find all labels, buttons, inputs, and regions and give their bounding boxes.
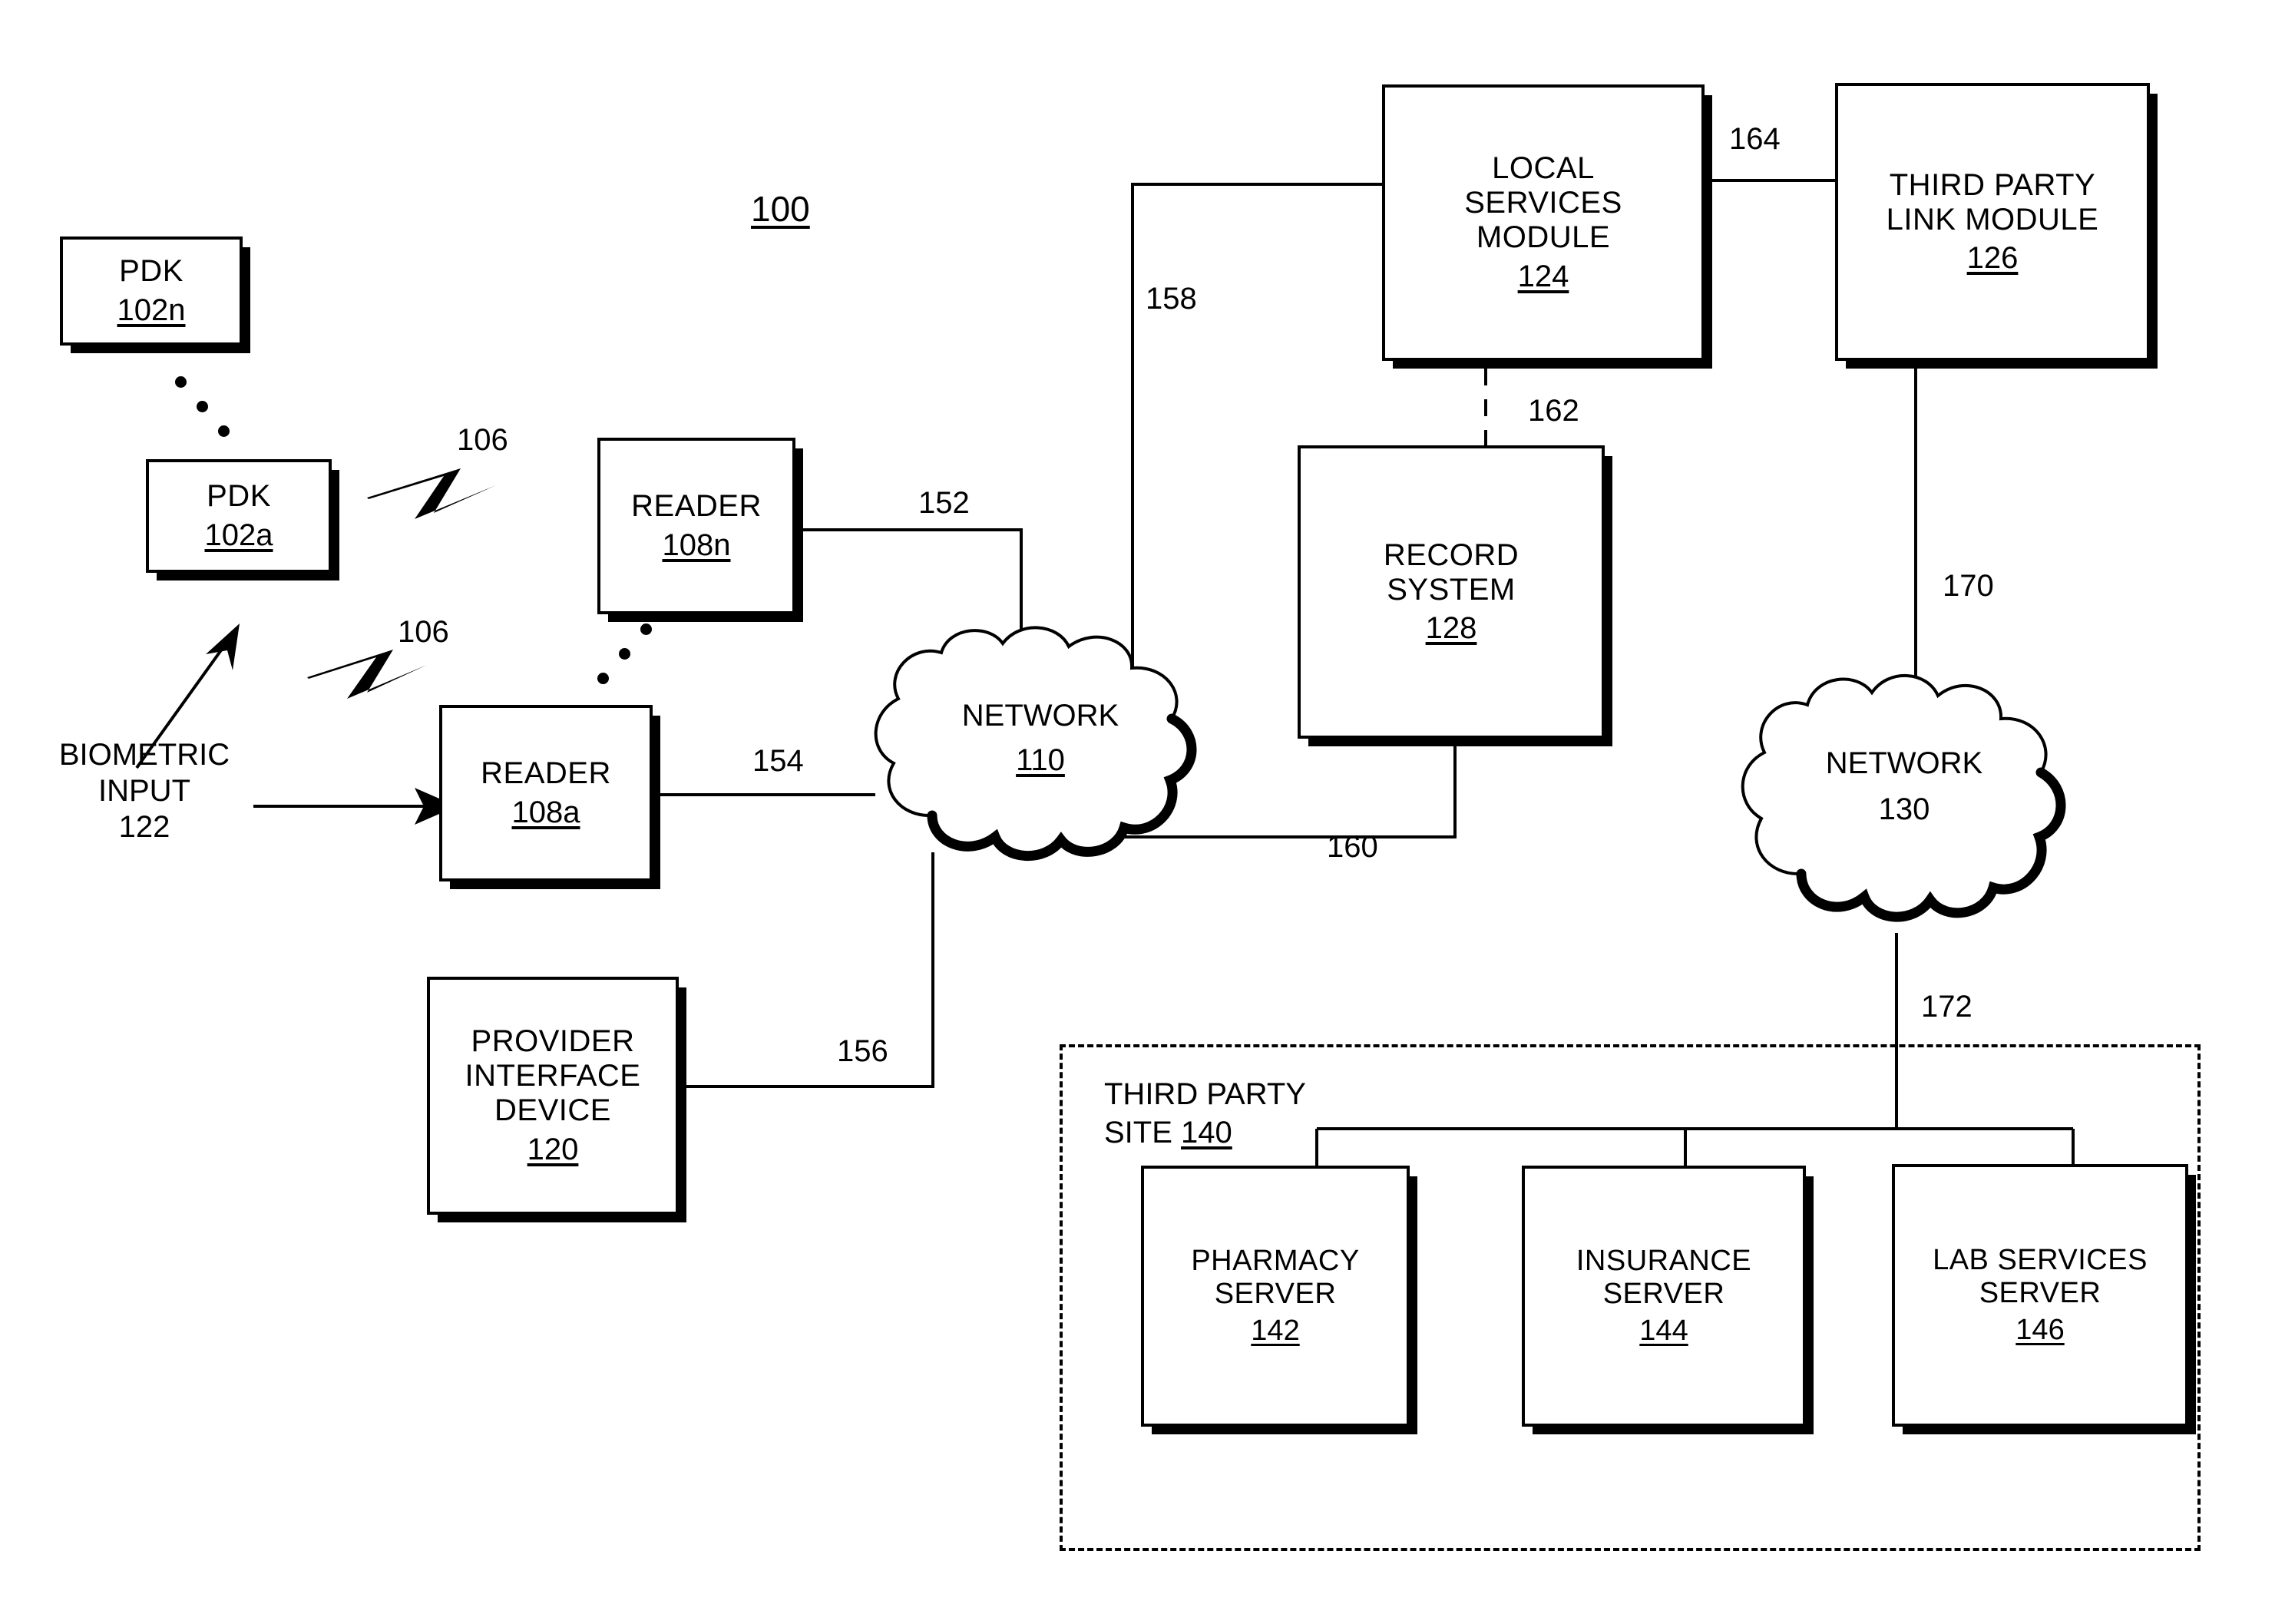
node-title-line-1: PROVIDER [471, 1024, 635, 1059]
node-title-line-1: RECORD [1383, 537, 1519, 572]
node-local-services-module[interactable]: LOCAL SERVICES MODULE 124 [1382, 84, 1705, 361]
cloud-title: NETWORK [961, 699, 1119, 733]
cloud-ref: 110 [1016, 743, 1065, 777]
figure-canvas: 100 PDK 102n PDK 102a 106 106 BIOMETRIC … [0, 0, 2285, 1624]
label-link-160: 160 [1327, 830, 1378, 864]
node-title: READER [481, 756, 611, 791]
node-reader-108a[interactable]: READER 108a [439, 705, 653, 881]
label-link-158: 158 [1146, 282, 1197, 316]
node-title-line-1: LOCAL [1492, 151, 1595, 186]
node-title-line-1: LAB SERVICES [1933, 1244, 2148, 1277]
node-title-line-2: INTERFACE [465, 1059, 641, 1093]
label-link-152: 152 [918, 486, 970, 520]
node-title-line-2: SYSTEM [1387, 572, 1516, 607]
node-insurance-server[interactable]: INSURANCE SERVER 144 [1522, 1166, 1806, 1427]
node-title-line-3: MODULE [1476, 220, 1611, 254]
label-wireless-106-top: 106 [457, 423, 508, 457]
node-ref: 146 [2015, 1314, 2065, 1347]
cloud-title: NETWORK [1825, 746, 1983, 780]
node-title-line-3: DEVICE [494, 1093, 611, 1127]
node-provider-interface-device[interactable]: PROVIDER INTERFACE DEVICE 120 [427, 977, 679, 1215]
label-link-156: 156 [837, 1034, 888, 1068]
node-title-line-2: LINK MODULE [1886, 202, 2099, 236]
ellipsis-reader [597, 623, 666, 693]
label-link-162: 162 [1528, 394, 1579, 428]
node-title: PDK [207, 479, 271, 514]
node-ref: 144 [1639, 1315, 1688, 1348]
node-pharmacy-server[interactable]: PHARMACY SERVER 142 [1141, 1166, 1410, 1427]
node-ref: 128 [1425, 611, 1477, 646]
node-title: PDK [119, 254, 184, 289]
node-title: READER [631, 489, 762, 524]
label-biometric-input: BIOMETRIC INPUT 122 [37, 737, 252, 846]
cloud-network-130[interactable]: NETWORK 130 [1720, 645, 2088, 937]
label-link-164: 164 [1729, 122, 1781, 156]
cloud-ref: 130 [1878, 792, 1930, 826]
node-title-line-2: SERVER [1602, 1277, 1725, 1310]
biometric-line-1: BIOMETRIC [58, 738, 230, 772]
node-record-system[interactable]: RECORD SYSTEM 128 [1298, 445, 1605, 739]
node-lab-services-server[interactable]: LAB SERVICES SERVER 146 [1892, 1164, 2188, 1427]
node-pdk-102a[interactable]: PDK 102a [146, 459, 332, 573]
node-title-line-2: SERVER [1214, 1277, 1337, 1310]
node-title-line-2: SERVER [1979, 1276, 2101, 1309]
group-third-party-site-label: THIRD PARTY SITE 140 [1104, 1075, 1306, 1152]
cloud-network-110[interactable]: NETWORK 110 [852, 607, 1228, 875]
node-ref: 142 [1251, 1315, 1300, 1348]
wire-156 [676, 852, 934, 1088]
label-link-170: 170 [1943, 569, 1994, 603]
label-wireless-106-bottom: 106 [398, 615, 449, 649]
node-third-party-link-module[interactable]: THIRD PARTY LINK MODULE 126 [1835, 83, 2150, 361]
node-title-line-1: INSURANCE [1576, 1245, 1752, 1278]
node-title-line-2: SERVICES [1464, 186, 1622, 220]
label-link-154: 154 [752, 744, 804, 778]
node-title-line-1: PHARMACY [1191, 1245, 1360, 1278]
wireless-bolt-2 [307, 650, 427, 699]
node-ref: 102a [204, 518, 273, 552]
node-ref: 124 [1517, 259, 1569, 293]
node-pdk-102n[interactable]: PDK 102n [60, 236, 243, 346]
cloud-shape [874, 626, 1197, 861]
node-ref: 108a [511, 795, 580, 829]
wireless-bolt-1 [367, 468, 496, 519]
site-label-line-1: THIRD PARTY [1104, 1077, 1306, 1111]
ellipsis-pdk [175, 376, 244, 445]
site-label-ref: 140 [1181, 1116, 1232, 1149]
biometric-line-2: INPUT [98, 774, 190, 809]
label-link-172: 172 [1921, 990, 1973, 1024]
node-ref: 120 [527, 1132, 579, 1166]
figure-number: 100 [751, 189, 810, 229]
biometric-ref: 122 [118, 810, 170, 845]
arrowhead-pdk [206, 623, 240, 670]
site-label-prefix: SITE [1104, 1116, 1182, 1149]
node-title-line-1: THIRD PARTY [1889, 167, 2096, 202]
node-ref: 108n [662, 528, 731, 562]
node-ref: 126 [1966, 241, 2019, 276]
site-label-line-2: SITE 140 [1104, 1113, 1306, 1152]
node-reader-108n[interactable]: READER 108n [597, 438, 795, 614]
node-ref: 102n [117, 293, 186, 327]
